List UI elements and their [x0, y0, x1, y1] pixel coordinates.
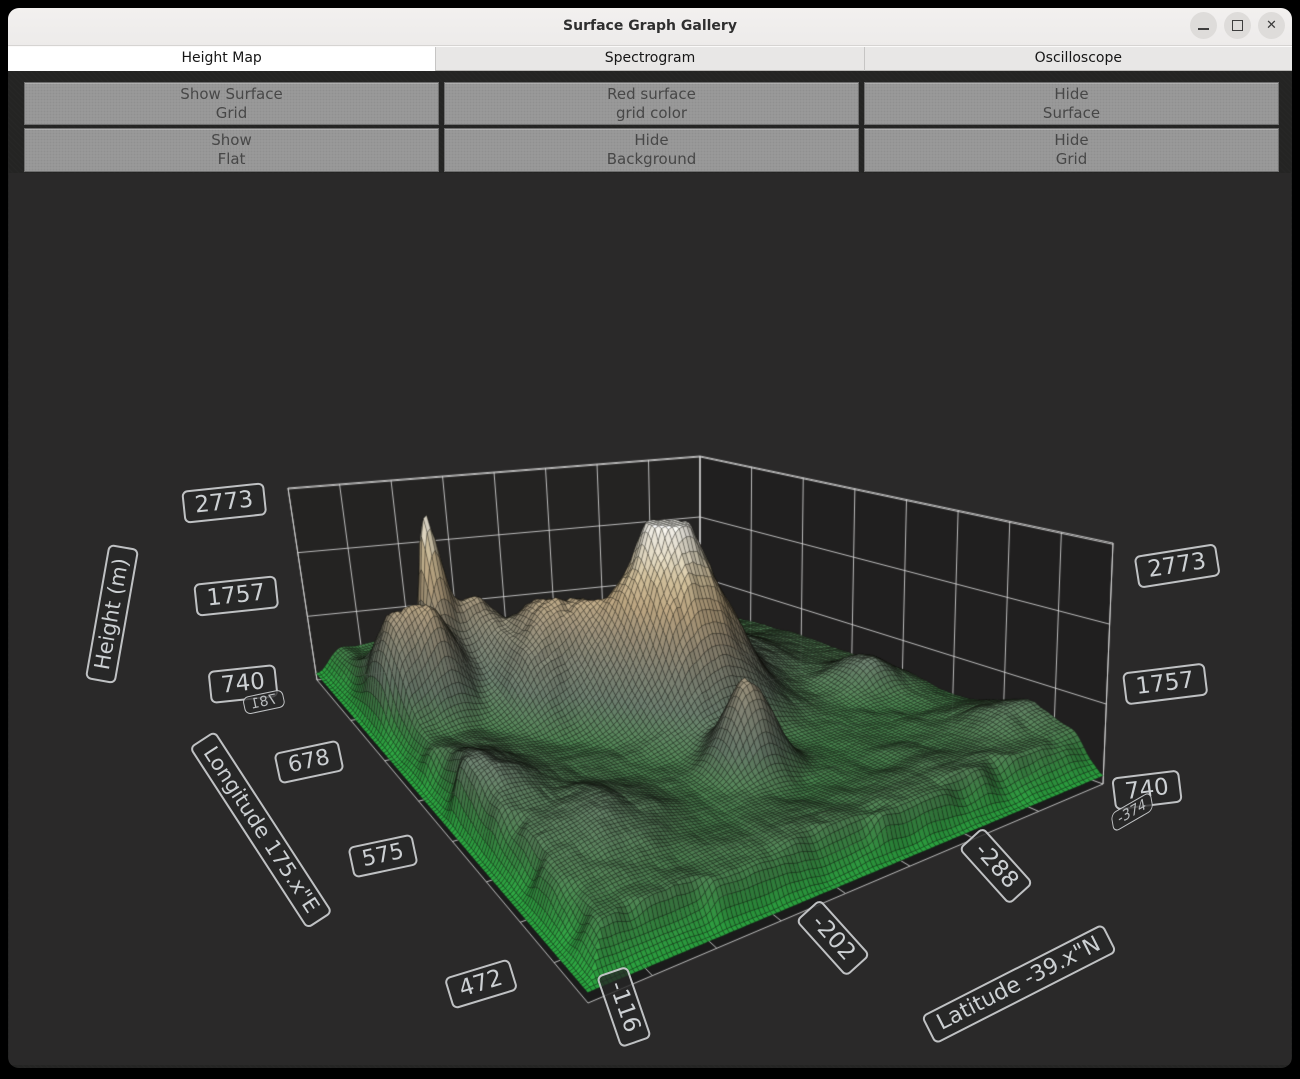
button-label: Red surface: [445, 85, 858, 104]
button-label: Background: [445, 150, 858, 169]
tab-spectrogram[interactable]: Spectrogram: [435, 47, 863, 71]
toggle-surface-button[interactable]: Hide Surface: [864, 82, 1279, 125]
button-label: grid color: [445, 104, 858, 123]
button-label: Grid: [25, 104, 438, 123]
tab-height-map[interactable]: Height Map: [8, 47, 435, 71]
screen: Surface Graph Gallery ✕ Height Map Spect…: [0, 0, 1300, 1079]
close-icon: ✕: [1266, 19, 1277, 32]
button-label: Show: [25, 131, 438, 150]
button-label: Flat: [25, 150, 438, 169]
tab-oscilloscope[interactable]: Oscilloscope: [864, 47, 1292, 71]
button-label: Surface: [865, 104, 1278, 123]
maximize-icon: [1232, 20, 1243, 31]
surface-grid-color-button[interactable]: Red surface grid color: [444, 82, 859, 125]
minimize-icon: [1198, 28, 1209, 30]
toggle-background-button[interactable]: Hide Background: [444, 128, 859, 172]
app-window: Surface Graph Gallery ✕ Height Map Spect…: [8, 8, 1292, 1068]
button-label: Hide: [445, 131, 858, 150]
minimize-button[interactable]: [1190, 12, 1217, 39]
toggle-grid-button[interactable]: Hide Grid: [864, 128, 1279, 172]
titlebar[interactable]: Surface Graph Gallery ✕: [8, 8, 1292, 46]
toggle-flat-shading-button[interactable]: Show Flat: [24, 128, 439, 172]
close-button[interactable]: ✕: [1258, 12, 1285, 39]
window-title: Surface Graph Gallery: [8, 8, 1292, 45]
button-label: Hide: [865, 85, 1278, 104]
height-map-panel: Show Surface Grid Red surface grid color…: [8, 71, 1292, 1068]
button-label: Show Surface: [25, 85, 438, 104]
button-label: Grid: [865, 150, 1278, 169]
maximize-button[interactable]: [1224, 12, 1251, 39]
tab-bar: Height Map Spectrogram Oscilloscope: [8, 46, 1292, 71]
surface-3d-chart[interactable]: [9, 173, 1291, 1065]
toggle-surface-grid-button[interactable]: Show Surface Grid: [24, 82, 439, 125]
button-label: Hide: [865, 131, 1278, 150]
